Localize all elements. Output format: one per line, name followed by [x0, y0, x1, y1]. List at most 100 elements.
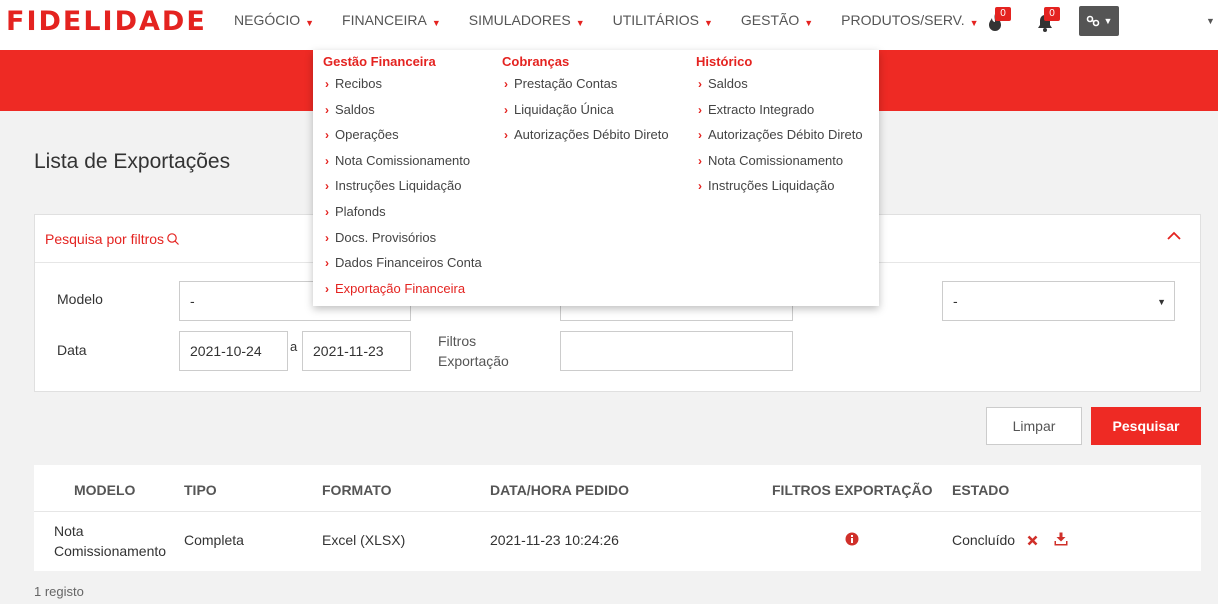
menu-item-autorizacoes-debito-direto[interactable]: › Autorizações Débito Direto: [502, 127, 669, 153]
link-icon: [1086, 15, 1099, 27]
chevron-down-icon: ▼: [575, 18, 585, 28]
chevron-right-icon: ›: [698, 128, 702, 143]
cell-modelo-line2: Comissionamento: [54, 543, 167, 559]
top-navbar: FIDELIDADE NEGÓCIO ▼ FINANCEIRA ▼ SIMULADO…: [0, 0, 1218, 50]
header-divider: [34, 511, 1201, 512]
menu-item-extracto-integrado[interactable]: › Extracto Integrado: [696, 102, 863, 128]
nav-negocio[interactable]: NEGÓCIO ▼: [234, 12, 314, 28]
menu-item-prestacao-contas[interactable]: › Prestação Contas: [502, 76, 669, 102]
menu-item-label: Docs. Provisórios: [335, 229, 437, 245]
menu-item-hist-autorizacoes[interactable]: › Autorizações Débito Direto: [696, 127, 863, 153]
chevron-down-icon: ▼: [305, 18, 315, 28]
menu-column-historico: Histórico › Saldos › Extracto Integrado › A…: [696, 54, 863, 204]
chevron-right-icon: ›: [504, 77, 508, 91]
menu-item-instrucoes-liquidacao[interactable]: › Instruções Liquidação: [323, 178, 482, 204]
menu-item-dados-financeiros-conta[interactable]: › Dados Financeiros Conta: [323, 255, 482, 281]
chevron-right-icon: ›: [325, 281, 329, 296]
filtros-exportacao-input[interactable]: [560, 331, 793, 371]
filtros-label-line2: Exportação: [438, 353, 509, 369]
date-to-value: 2021-11-23: [313, 343, 384, 359]
search-button[interactable]: Pesquisar: [1091, 407, 1201, 445]
nav-label: NEGÓCIO: [234, 12, 301, 28]
menu-item-liquidacao-unica[interactable]: › Liquidação Única: [502, 102, 669, 128]
cell-modelo-line1: Nota: [54, 523, 84, 539]
chevron-right-icon: ›: [325, 179, 329, 194]
menu-item-label: Autorizações Débito Direto: [708, 127, 863, 143]
col-header-modelo: MODELO: [74, 482, 136, 498]
menu-heading: Histórico: [696, 54, 753, 69]
notifications-button[interactable]: 0: [1033, 7, 1060, 36]
chevron-right-icon: ›: [325, 204, 329, 219]
menu-heading: Cobranças: [502, 54, 570, 69]
chevron-down-icon: ▼: [1157, 297, 1166, 307]
chevron-right-icon: ›: [325, 77, 329, 91]
menu-item-hist-nota-comissionamento[interactable]: › Nota Comissionamento: [696, 153, 863, 179]
menu-item-label: Exportação Financeira: [335, 280, 466, 296]
cell-estado: Concluído: [952, 532, 1016, 548]
chevron-up-icon[interactable]: [1166, 231, 1182, 241]
date-separator: a: [290, 339, 298, 354]
filter-panel-title: Pesquisa por filtros: [45, 231, 180, 247]
chevron-right-icon: ›: [698, 102, 702, 117]
col-header-formato: FORMATO: [322, 482, 392, 498]
record-count: 1 registo: [34, 584, 84, 599]
chevron-right-icon: ›: [698, 179, 702, 194]
chevron-right-icon: ›: [698, 77, 702, 91]
menu-item-label: Saldos: [708, 76, 748, 91]
menu-item-label: Saldos: [335, 101, 375, 117]
nav-label: SIMULADORES: [468, 12, 571, 28]
menu-column-gestao-financeira: Gestão Financeira › Recibos › Saldos › Oper…: [323, 54, 482, 306]
menu-item-operacoes[interactable]: › Operações: [323, 127, 482, 153]
menu-item-hist-instrucoes-liquidacao[interactable]: › Instruções Liquidação: [696, 178, 863, 204]
cell-formato: Excel (XLSX): [322, 532, 406, 548]
nav-label: UTILITÁRIOS: [612, 12, 699, 28]
chevron-down-icon[interactable]: ▼: [1206, 16, 1215, 26]
menu-heading: Gestão Financeira: [323, 54, 436, 69]
delete-icon[interactable]: [1027, 535, 1038, 546]
menu-item-docs-provisorios[interactable]: › Docs. Provisórios: [323, 230, 482, 256]
nav-gestao[interactable]: GESTÃO ▼: [741, 12, 813, 28]
menu-item-recibos[interactable]: › Recibos: [323, 76, 482, 102]
notifications-badge: 0: [1044, 7, 1060, 21]
search-icon: [167, 233, 179, 245]
cell-modelo: Nota Comissionamento: [54, 521, 166, 561]
menu-item-label: Liquidação Única: [514, 101, 614, 117]
filtros-label-line1: Filtros: [438, 333, 477, 349]
nav-simuladores[interactable]: SIMULADORES ▼: [469, 12, 585, 28]
nav-financeira[interactable]: FINANCEIRA ▼: [342, 12, 441, 28]
menu-item-saldos[interactable]: › Saldos: [323, 102, 482, 128]
clear-button[interactable]: Limpar: [986, 407, 1082, 445]
menu-item-plafonds[interactable]: › Plafonds: [323, 204, 482, 230]
menu-item-nota-comissionamento[interactable]: › Nota Comissionamento: [323, 153, 482, 179]
right-select[interactable]: - ▼: [942, 281, 1175, 321]
date-from-input[interactable]: 2021-10-24: [179, 331, 288, 371]
chevron-right-icon: ›: [325, 128, 329, 143]
menu-item-label: Instruções Liquidação: [708, 178, 835, 194]
menu-column-cobrancas: Cobranças › Prestação Contas › Liquidação …: [502, 54, 669, 153]
menu-item-label: Operações: [335, 127, 399, 143]
cell-data-hora: 2021-11-23 10:24:26: [490, 532, 619, 548]
menu-item-hist-saldos[interactable]: › Saldos: [696, 76, 863, 102]
chevron-right-icon: ›: [504, 102, 508, 117]
nav-label: GESTÃO: [740, 12, 800, 28]
menu-item-label: Nota Comissionamento: [708, 152, 844, 168]
nav-produtos[interactable]: PRODUTOS/SERV. ▼: [841, 12, 978, 28]
user-menu-button[interactable]: ▼: [1079, 6, 1119, 36]
tasks-button[interactable]: 0: [984, 7, 1011, 36]
financeira-dropdown-menu: Gestão Financeira › Recibos › Saldos › Oper…: [313, 50, 879, 306]
date-from-value: 2021-10-24: [190, 343, 262, 359]
date-to-input[interactable]: 2021-11-23: [302, 331, 411, 371]
page-title: Lista de Exportações: [34, 150, 231, 173]
filtros-exportacao-label: Filtros Exportação: [438, 331, 509, 371]
menu-item-label: Instruções Liquidação: [335, 178, 462, 194]
data-label: Data: [57, 342, 87, 358]
brand-logo[interactable]: FIDELIDADE: [6, 6, 207, 37]
download-icon[interactable]: [1054, 532, 1068, 546]
nav-utilitarios[interactable]: UTILITÁRIOS ▼: [613, 12, 713, 28]
menu-item-exportacao-financeira[interactable]: › Exportação Financeira: [323, 281, 482, 307]
chevron-down-icon: ▼: [431, 18, 441, 28]
info-icon[interactable]: [845, 532, 859, 546]
chevron-down-icon: ▼: [969, 18, 979, 28]
menu-item-label: Dados Financeiros Conta: [335, 255, 482, 271]
modelo-label: Modelo: [57, 291, 103, 307]
